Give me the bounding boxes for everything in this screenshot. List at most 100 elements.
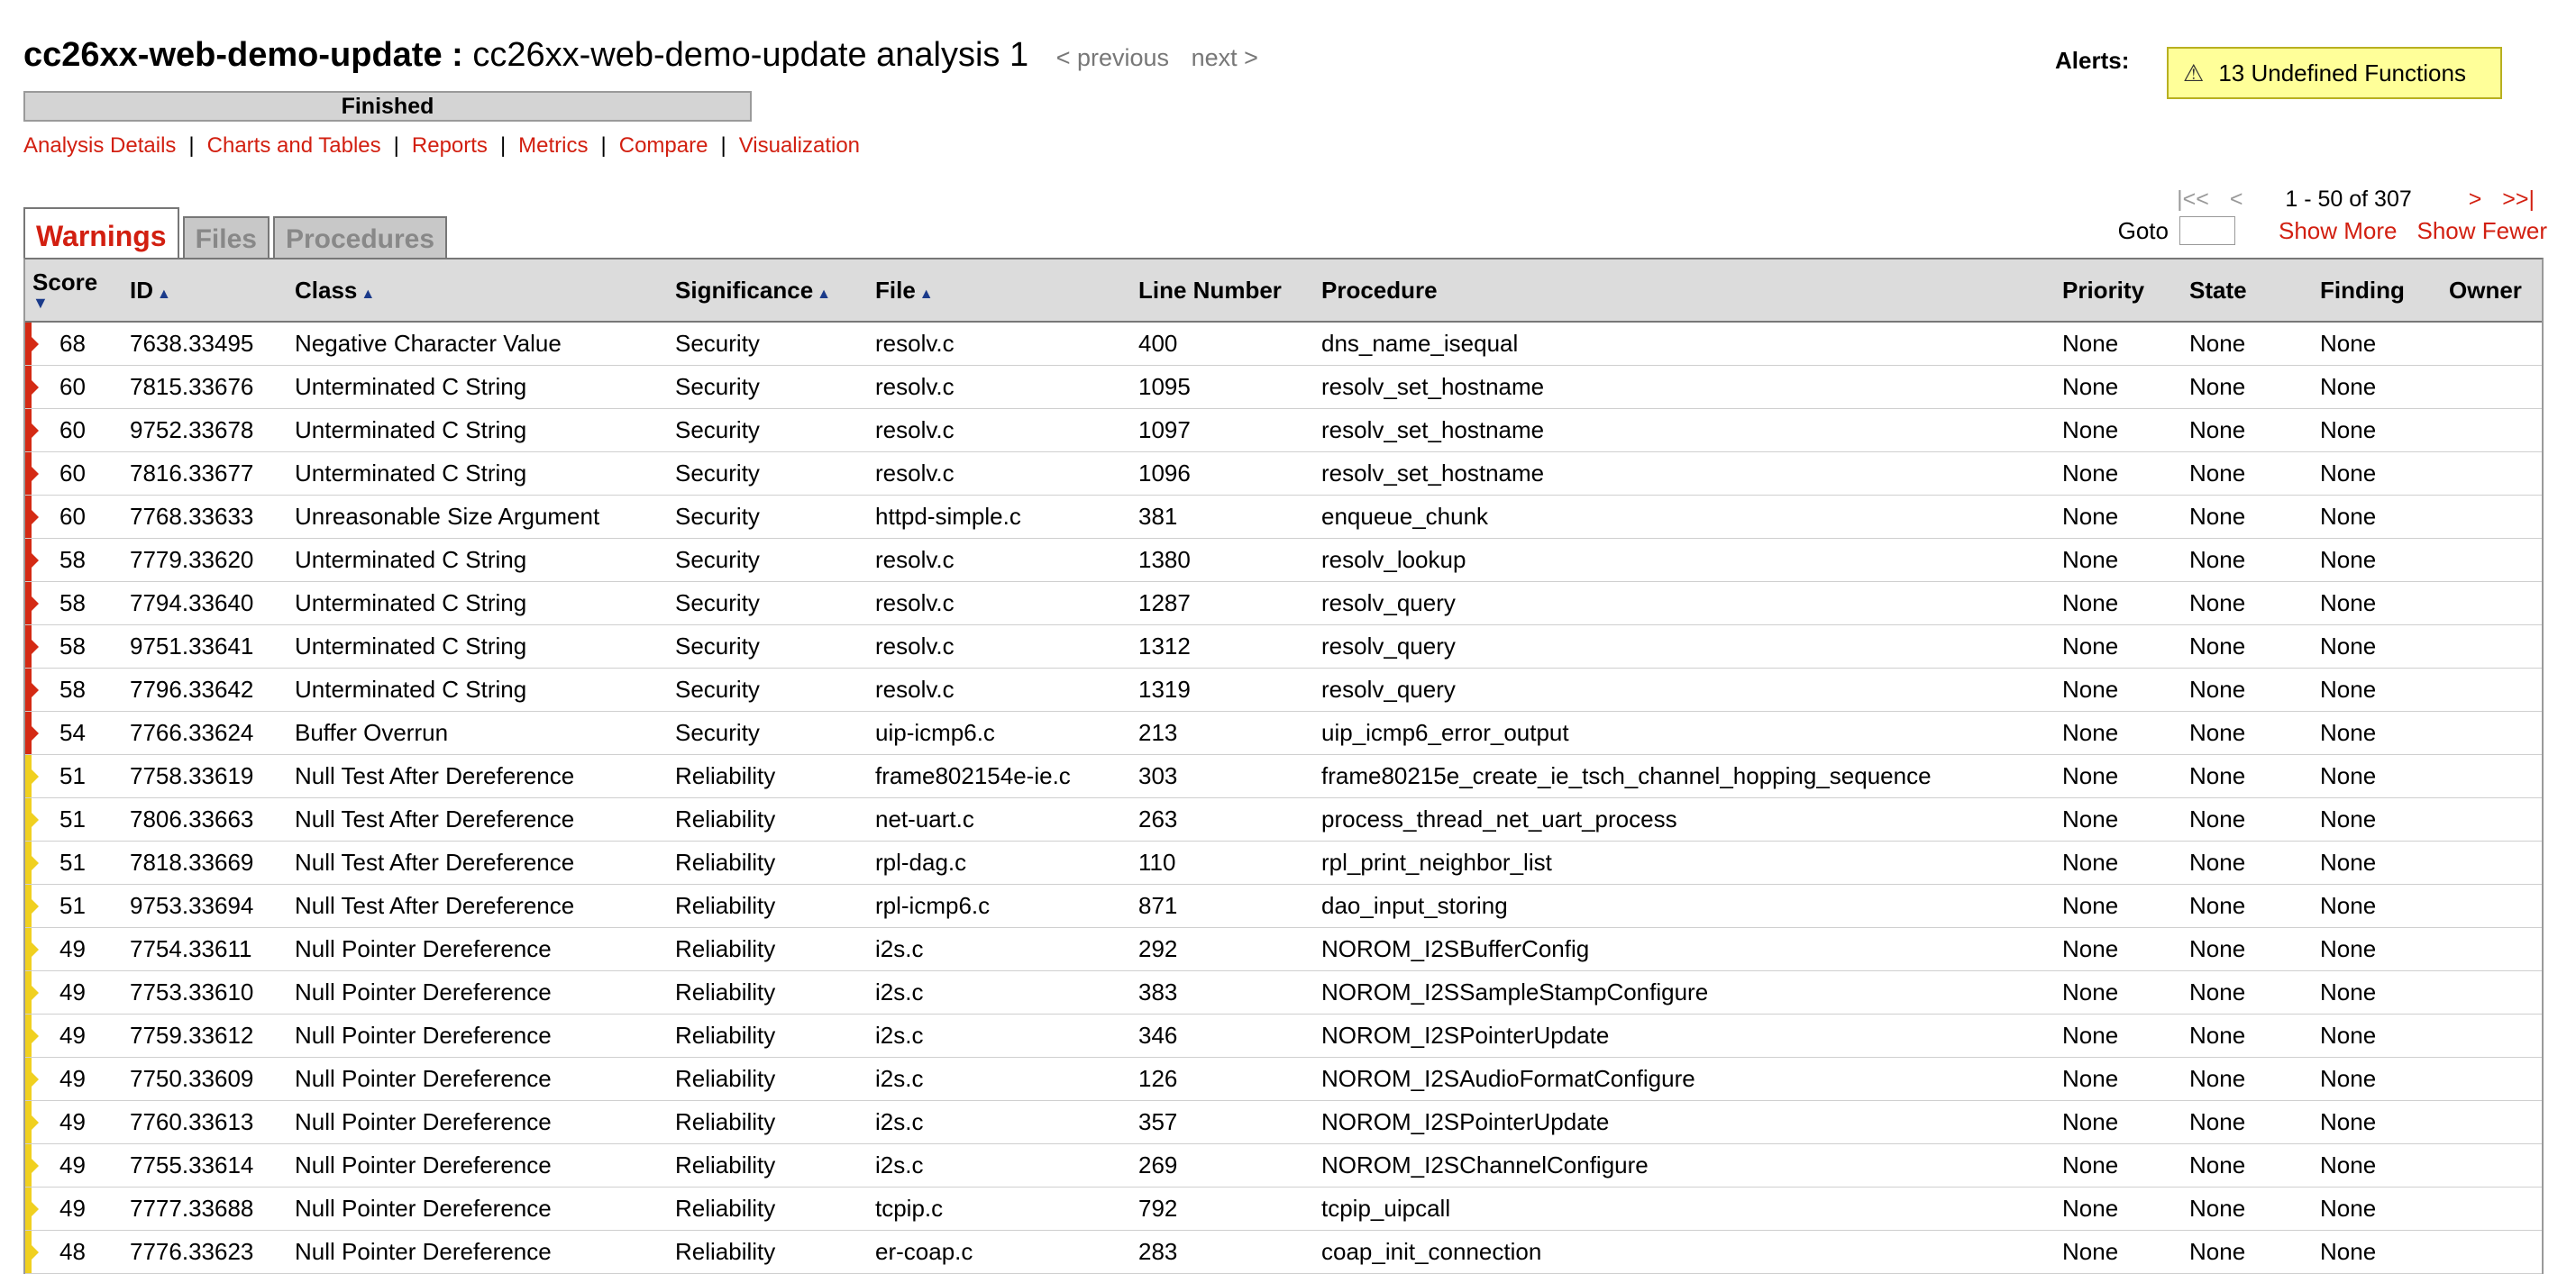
nav-compare[interactable]: Compare bbox=[619, 133, 708, 158]
tab-files[interactable]: Files bbox=[182, 216, 269, 259]
cell-procedure: resolv_lookup bbox=[1314, 538, 2055, 582]
column-header-score[interactable]: Score ▼ bbox=[25, 259, 123, 323]
table-row[interactable]: 49 7777.33688 Null Pointer Dereference Reli… bbox=[25, 1187, 2542, 1231]
nav-charts-and-tables[interactable]: Charts and Tables bbox=[207, 133, 381, 158]
column-header-label: Class bbox=[295, 276, 358, 304]
tab-warnings[interactable]: Warnings bbox=[23, 207, 179, 261]
nav-separator: | bbox=[393, 133, 399, 158]
cell-finding: None bbox=[2313, 797, 2442, 842]
alerts-label: Alerts: bbox=[2055, 47, 2130, 74]
page-title: cc26xx-web-demo-update : cc26xx-web-demo… bbox=[23, 36, 1258, 75]
cell-score: 49 bbox=[25, 1057, 123, 1101]
cell-procedure: coap_init_connection bbox=[1314, 1230, 2055, 1274]
cell-state: None bbox=[2182, 711, 2313, 755]
cell-id: 7779.33620 bbox=[123, 538, 288, 582]
column-header-label: File bbox=[875, 276, 916, 304]
nav-separator: | bbox=[499, 133, 507, 158]
cell-line-number: 126 bbox=[1131, 1057, 1314, 1101]
cell-procedure: uip_icmp6_error_output bbox=[1314, 711, 2055, 755]
table-row[interactable]: 54 7766.33624 Buffer Overrun Security uip-ic… bbox=[25, 711, 2542, 755]
table-row[interactable]: 49 7760.33613 Null Pointer Dereference Reli… bbox=[25, 1100, 2542, 1144]
warnings-table: Score ▼ ID ▲ Class ▲ Significance ▲ File ▲ Li… bbox=[25, 259, 2542, 1274]
cell-class: Buffer Overrun bbox=[288, 711, 668, 755]
table-row[interactable]: 60 7816.33677 Unterminated C String Securit… bbox=[25, 451, 2542, 496]
cell-file: resolv.c bbox=[868, 365, 1131, 409]
nav-analysis-details[interactable]: Analysis Details bbox=[23, 133, 176, 158]
column-header-finding[interactable]: Finding bbox=[2313, 259, 2442, 323]
cell-finding: None bbox=[2313, 451, 2442, 496]
next-link[interactable]: next > bbox=[1192, 44, 1258, 71]
table-row[interactable]: 51 7806.33663 Null Test After Dereference R… bbox=[25, 797, 2542, 842]
cell-priority: None bbox=[2055, 408, 2182, 452]
cell-finding: None bbox=[2313, 1230, 2442, 1274]
column-header-id[interactable]: ID ▲ bbox=[123, 259, 288, 323]
cell-line-number: 263 bbox=[1131, 797, 1314, 842]
cell-line-number: 1380 bbox=[1131, 538, 1314, 582]
goto-input[interactable] bbox=[2179, 216, 2235, 245]
table-row[interactable]: 58 7779.33620 Unterminated C String Securit… bbox=[25, 538, 2542, 582]
table-row[interactable]: 51 7758.33619 Null Test After Dereference R… bbox=[25, 754, 2542, 798]
cell-id: 7754.33611 bbox=[123, 927, 288, 971]
cell-class: Unterminated C String bbox=[288, 538, 668, 582]
table-row[interactable]: 49 7755.33614 Null Pointer Dereference Reli… bbox=[25, 1143, 2542, 1188]
previous-link[interactable]: < previous bbox=[1056, 44, 1169, 71]
cell-finding: None bbox=[2313, 538, 2442, 582]
cell-owner bbox=[2442, 927, 2542, 971]
first-page-button[interactable]: |<< bbox=[2177, 187, 2209, 212]
cell-score: 49 bbox=[25, 970, 123, 1015]
last-page-button[interactable]: >>| bbox=[2502, 187, 2535, 212]
cell-owner bbox=[2442, 624, 2542, 669]
cell-procedure: resolv_query bbox=[1314, 624, 2055, 669]
score-value: 54 bbox=[59, 719, 86, 746]
severity-flag-icon bbox=[25, 755, 39, 797]
column-header-significance[interactable]: Significance ▲ bbox=[668, 259, 868, 323]
cell-procedure: resolv_set_hostname bbox=[1314, 365, 2055, 409]
cell-class: Unterminated C String bbox=[288, 451, 668, 496]
table-row[interactable]: 49 7753.33610 Null Pointer Dereference Reli… bbox=[25, 970, 2542, 1015]
table-row[interactable]: 60 7768.33633 Unreasonable Size Argument Se… bbox=[25, 495, 2542, 539]
table-row[interactable]: 60 9752.33678 Unterminated C String Securit… bbox=[25, 408, 2542, 452]
severity-flag-icon bbox=[25, 669, 39, 711]
table-row[interactable]: 58 7796.33642 Unterminated C String Securit… bbox=[25, 668, 2542, 712]
column-header-procedure[interactable]: Procedure bbox=[1314, 259, 2055, 323]
cell-score: 60 bbox=[25, 451, 123, 496]
severity-flag-icon bbox=[25, 1015, 39, 1057]
column-header-line-number[interactable]: Line Number bbox=[1131, 259, 1314, 323]
table-row[interactable]: 51 7818.33669 Null Test After Dereference R… bbox=[25, 841, 2542, 885]
table-row[interactable]: 68 7638.33495 Negative Character Value Secu… bbox=[25, 322, 2542, 366]
show-fewer-link[interactable]: Show Fewer bbox=[2417, 217, 2548, 245]
severity-flag-icon bbox=[25, 1188, 39, 1230]
table-row[interactable]: 60 7815.33676 Unterminated C String Securit… bbox=[25, 365, 2542, 409]
column-header-state[interactable]: State bbox=[2182, 259, 2313, 323]
column-header-class[interactable]: Class ▲ bbox=[288, 259, 668, 323]
table-row[interactable]: 58 7794.33640 Unterminated C String Securit… bbox=[25, 581, 2542, 625]
cell-score: 49 bbox=[25, 1187, 123, 1231]
cell-state: None bbox=[2182, 1100, 2313, 1144]
table-header-row: Score ▼ ID ▲ Class ▲ Significance ▲ File ▲ Li… bbox=[25, 259, 2542, 323]
cell-finding: None bbox=[2313, 322, 2442, 366]
nav-visualization[interactable]: Visualization bbox=[739, 133, 860, 158]
table-row[interactable]: 49 7759.33612 Null Pointer Dereference Reli… bbox=[25, 1014, 2542, 1058]
column-header-priority[interactable]: Priority bbox=[2055, 259, 2182, 323]
table-row[interactable]: 49 7754.33611 Null Pointer Dereference Reli… bbox=[25, 927, 2542, 971]
column-header-owner[interactable]: Owner bbox=[2442, 259, 2542, 323]
table-row[interactable]: 49 7750.33609 Null Pointer Dereference Reli… bbox=[25, 1057, 2542, 1101]
cell-significance: Reliability bbox=[668, 1230, 868, 1274]
cell-line-number: 1319 bbox=[1131, 668, 1314, 712]
cell-finding: None bbox=[2313, 408, 2442, 452]
table-row[interactable]: 51 9753.33694 Null Test After Dereference R… bbox=[25, 884, 2542, 928]
table-row[interactable]: 58 9751.33641 Unterminated C String Securit… bbox=[25, 624, 2542, 669]
column-header-file[interactable]: File ▲ bbox=[868, 259, 1131, 323]
next-page-button[interactable]: > bbox=[2469, 187, 2482, 212]
tab-procedures[interactable]: Procedures bbox=[272, 216, 448, 259]
cell-class: Unreasonable Size Argument bbox=[288, 495, 668, 539]
undefined-functions-alert[interactable]: ⚠ 13 Undefined Functions bbox=[2167, 47, 2502, 99]
table-row[interactable]: 48 7776.33623 Null Pointer Dereference Reli… bbox=[25, 1230, 2542, 1274]
nav-metrics[interactable]: Metrics bbox=[518, 133, 588, 158]
column-header-label: Procedure bbox=[1321, 276, 1438, 304]
show-more-link[interactable]: Show More bbox=[2279, 217, 2398, 245]
severity-flag-icon bbox=[25, 1058, 39, 1100]
cell-owner bbox=[2442, 1230, 2542, 1274]
prev-page-button[interactable]: < bbox=[2230, 187, 2243, 212]
nav-reports[interactable]: Reports bbox=[412, 133, 488, 158]
